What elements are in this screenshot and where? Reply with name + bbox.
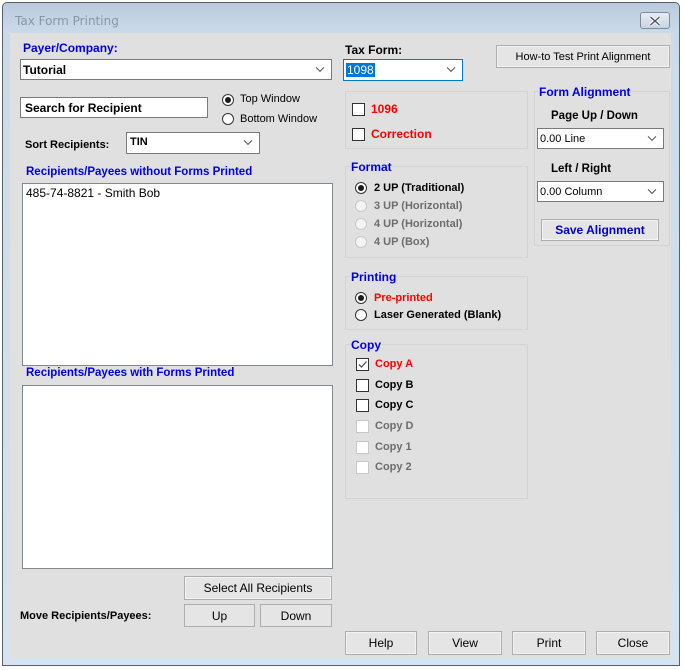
format-group [345,166,528,258]
top-window-radio[interactable] [222,94,234,106]
payer-label: Payer/Company: [23,41,118,55]
copy-b-label: Copy B [375,379,414,391]
format-3up-label: 3 UP (Horizontal) [374,200,463,212]
close-button[interactable]: Close [596,631,670,655]
copy-2-label: Copy 2 [375,461,412,473]
print-button[interactable]: Print [512,631,586,655]
help-button[interactable]: Help [345,631,417,655]
copy-group [345,344,528,499]
copy-d-label: Copy D [375,420,414,432]
window-close-button[interactable] [640,12,670,29]
chevron-down-icon [647,188,657,194]
format-4up-box-label: 4 UP (Box) [374,236,430,248]
without-forms-label: Recipients/Payees without Forms Printed [26,166,253,178]
move-recipients-label: Move Recipients/Payees: [20,610,152,622]
left-right-label: Left / Right [551,163,612,175]
list-item[interactable]: 485-74-8821 - Smith Bob [23,184,332,202]
left-right-select[interactable]: 0.00 Column [537,181,664,202]
copy-title: Copy [351,338,381,352]
format-2up-label: 2 UP (Traditional) [374,182,465,194]
tax-form-value: 1098 [346,63,375,77]
form-1096-checkbox[interactable] [352,103,365,116]
form-1096-label: 1096 [371,102,398,116]
save-alignment-button[interactable]: Save Alignment [541,219,659,241]
payer-select[interactable]: Tutorial [20,59,332,80]
pre-printed-label: Pre-printed [374,292,433,304]
format-4up-horizontal-radio [355,218,367,230]
recipients-without-forms-list[interactable]: 485-74-8821 - Smith Bob [22,183,333,366]
copy-1-label: Copy 1 [375,441,412,453]
format-4up-box-radio [355,236,367,248]
copy-2-checkbox [356,461,369,474]
copy-c-checkbox[interactable] [356,399,369,412]
correction-checkbox[interactable] [352,128,365,141]
page-up-down-value: 0.00 Line [540,132,586,145]
chevron-down-icon [243,140,253,146]
copy-b-checkbox[interactable] [356,379,369,392]
checkmark-icon [358,361,367,368]
tax-form-printing-dialog: Tax Form Printing Payer/Company: Tutoria… [2,2,680,666]
laser-generated-label: Laser Generated (Blank) [374,309,502,321]
payer-value: Tutorial [23,62,67,77]
format-title: Format [351,160,392,174]
left-right-value: 0.00 Column [540,185,603,198]
tax-form-select[interactable]: 1098 [343,59,463,81]
copy-a-label: Copy A [375,358,414,370]
copy-d-checkbox [356,420,369,433]
select-all-recipients-button[interactable]: Select All Recipients [184,576,332,600]
bottom-window-label: Bottom Window [240,113,318,125]
chevron-down-icon [315,66,325,72]
copy-c-label: Copy C [375,399,414,411]
pre-printed-radio[interactable] [355,292,367,304]
title-bar[interactable]: Tax Form Printing [3,3,679,33]
correction-label: Correction [371,127,432,141]
view-button[interactable]: View [428,631,502,655]
search-recipient-input[interactable]: Search for Recipient [20,97,208,118]
format-4up-horizontal-label: 4 UP (Horizontal) [374,218,463,230]
form-alignment-title: Form Alignment [539,85,631,99]
printing-group [345,276,528,330]
format-2up-radio[interactable] [355,182,367,194]
sort-recipients-select[interactable]: TIN [126,132,260,154]
close-icon [649,15,661,26]
chevron-down-icon [647,135,657,141]
printing-title: Printing [351,270,397,284]
how-to-test-print-alignment-button[interactable]: How-to Test Print Alignment [496,45,670,68]
page-up-down-label: Page Up / Down [551,110,638,122]
laser-generated-radio[interactable] [355,309,367,321]
copy-1-checkbox [356,441,369,454]
top-window-label: Top Window [240,93,300,105]
sort-recipients-label: Sort Recipients: [25,139,110,151]
window-title: Tax Form Printing [15,14,119,28]
move-down-button[interactable]: Down [260,604,332,627]
bottom-window-radio[interactable] [222,113,234,125]
format-3up-radio [355,200,367,212]
dialog-body: Payer/Company: Tutorial Search for Recip… [10,33,671,658]
page-up-down-select[interactable]: 0.00 Line [537,128,664,149]
tax-form-label: Tax Form: [345,43,403,57]
chevron-down-icon [446,67,456,73]
with-forms-label: Recipients/Payees with Forms Printed [26,367,235,379]
move-up-button[interactable]: Up [184,604,255,627]
copy-a-checkbox[interactable] [356,358,369,371]
sort-value: TIN [130,136,148,148]
recipients-with-forms-list[interactable] [22,385,333,569]
search-value: Search for Recipient [25,100,142,115]
